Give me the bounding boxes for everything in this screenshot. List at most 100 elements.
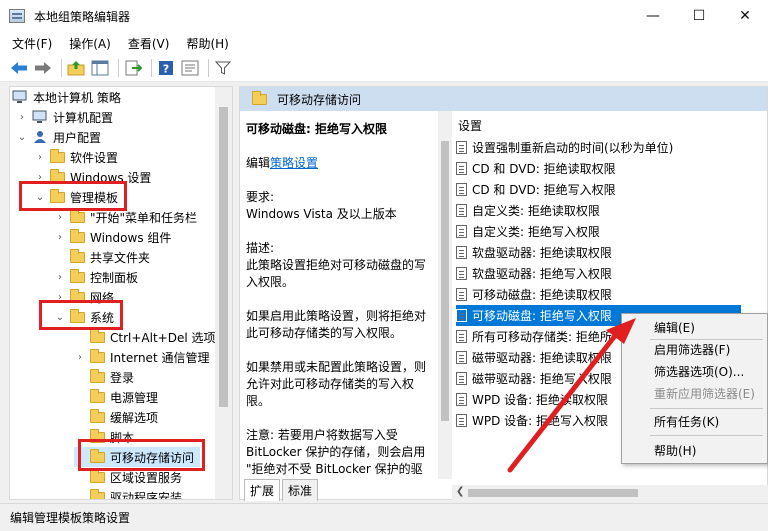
tree-item-computer-config[interactable]: › 计算机配置 xyxy=(16,107,113,127)
settings-horizontal-scrollbar[interactable]: ❮ xyxy=(452,485,768,501)
description-label: 描述: xyxy=(246,241,275,255)
folder-icon xyxy=(70,268,85,283)
chevron-right-icon[interactable]: › xyxy=(16,112,28,123)
policy-settings-link[interactable]: 策略设置 xyxy=(270,156,318,170)
chevron-right-icon[interactable]: › xyxy=(54,232,66,243)
menu-item-edit[interactable]: 编辑(E) xyxy=(622,316,767,338)
tree-item-windows-components[interactable]: › Windows 组件 xyxy=(54,227,171,247)
tab-extended[interactable]: 扩展 xyxy=(244,479,281,501)
folder-icon xyxy=(90,468,105,483)
tree-item-label: 软件设置 xyxy=(70,150,119,165)
menu-bar: 文件(F) 操作(A) 查看(V) 帮助(H) xyxy=(0,32,768,54)
policy-setting-icon xyxy=(456,183,467,196)
title-bar: 本地组策略编辑器 — ☐ ✕ xyxy=(0,0,768,32)
chevron-right-icon[interactable]: › xyxy=(34,152,46,163)
folder-icon xyxy=(90,368,105,383)
edit-prefix: 编辑 xyxy=(246,156,271,170)
menu-item-all-tasks[interactable]: 所有任务(K) xyxy=(622,410,767,432)
tree-item-label: 共享文件夹 xyxy=(90,250,151,265)
policy-setting-icon xyxy=(456,267,467,280)
help-icon: ? xyxy=(159,60,173,75)
menu-action[interactable]: 操作(A) xyxy=(69,35,111,52)
chevron-down-icon[interactable]: ⌄ xyxy=(16,132,28,143)
setting-row[interactable]: CD 和 DVD: 拒绝读取权限 xyxy=(456,158,741,179)
menu-item-enable-filter[interactable]: 启用筛选器(F) xyxy=(622,338,767,360)
policy-setting-icon xyxy=(456,309,467,322)
tree-item-control-panel[interactable]: › 控制面板 xyxy=(54,267,138,287)
folder-icon xyxy=(90,348,105,363)
column-header-setting[interactable]: 设置 xyxy=(458,117,482,134)
menu-file[interactable]: 文件(F) xyxy=(12,35,52,52)
tree-scrollbar[interactable] xyxy=(215,87,232,499)
help-button[interactable]: ? xyxy=(156,58,176,78)
tab-standard[interactable]: 标准 xyxy=(282,479,319,501)
forward-button[interactable] xyxy=(33,58,53,78)
setting-row[interactable]: 软盘驱动器: 拒绝读取权限 xyxy=(456,242,741,263)
back-button[interactable] xyxy=(9,58,29,78)
close-button[interactable]: ✕ xyxy=(722,0,768,32)
horizontal-scroll-thumb[interactable] xyxy=(468,489,638,497)
menu-help[interactable]: 帮助(H) xyxy=(186,35,228,52)
toolbar-separator xyxy=(151,58,152,77)
tree-item-label: 驱动程序安装 xyxy=(110,490,183,500)
tree-item-internet-communication[interactable]: › Internet 通信管理 xyxy=(74,347,209,367)
tree-item-mitigation-options[interactable]: 缓解选项 xyxy=(74,407,158,427)
tree-item-label: 登录 xyxy=(110,370,135,385)
tree-item-label: 控制面板 xyxy=(90,270,139,285)
setting-row[interactable]: 软盘驱动器: 拒绝写入权限 xyxy=(456,263,741,284)
details-header: 可移动存储访问 xyxy=(240,87,767,111)
chevron-right-icon[interactable]: › xyxy=(54,212,66,223)
tree-item-software-settings[interactable]: › 软件设置 xyxy=(34,147,118,167)
menu-item-help[interactable]: 帮助(H) xyxy=(622,439,767,461)
setting-label: 磁带驱动器: 拒绝读取权限 xyxy=(472,351,612,365)
setting-row[interactable]: CD 和 DVD: 拒绝写入权限 xyxy=(456,179,741,200)
svg-text:?: ? xyxy=(163,62,169,75)
setting-label: 设置强制重新启动的时间(以秒为单位) xyxy=(472,141,674,155)
policy-setting-icon xyxy=(456,393,467,406)
setting-label: 软盘驱动器: 拒绝写入权限 xyxy=(472,267,612,281)
menu-separator xyxy=(650,435,763,436)
description-scrollbar[interactable] xyxy=(438,111,452,479)
setting-row[interactable]: 自定义类: 拒绝读取权限 xyxy=(456,200,741,221)
tree-item-driver-installation[interactable]: 驱动程序安装 xyxy=(74,487,183,500)
tree-item-label: 本地计算机 策略 xyxy=(33,90,121,105)
chevron-right-icon[interactable]: › xyxy=(54,272,66,283)
minimize-button[interactable]: — xyxy=(630,0,676,32)
policy-setting-icon xyxy=(456,330,467,343)
setting-row[interactable]: 设置强制重新启动的时间(以秒为单位) xyxy=(456,137,741,158)
policy-setting-icon xyxy=(456,162,467,175)
extended-description: 可移动磁盘: 拒绝写入权限 编辑策略设置 要求: Windows Vista 及以… xyxy=(240,111,438,479)
properties-button[interactable] xyxy=(180,58,200,78)
chevron-right-icon[interactable]: › xyxy=(74,352,86,363)
tree-scroll-thumb[interactable] xyxy=(219,107,228,407)
scroll-left-icon[interactable]: ❮ xyxy=(456,486,464,497)
menu-separator xyxy=(650,408,763,409)
tree-item-shared-folders[interactable]: 共享文件夹 xyxy=(54,247,150,267)
note-text: 注意: 若要用户将数据写入受 BitLocker 保护的存储，则会启用 "拒绝对… xyxy=(246,428,426,476)
description-scroll-thumb[interactable] xyxy=(441,141,449,421)
folder-icon xyxy=(90,388,105,403)
tree-item-power-management[interactable]: 电源管理 xyxy=(74,387,158,407)
tree-item-label: Internet 通信管理 xyxy=(110,350,210,365)
annotation-box-admin-templates xyxy=(19,181,127,211)
up-folder-button[interactable] xyxy=(66,58,86,78)
window-title: 本地组策略编辑器 xyxy=(34,9,131,24)
computer-icon xyxy=(32,110,47,123)
export-list-button[interactable] xyxy=(123,58,143,78)
setting-row[interactable]: 可移动磁盘: 拒绝读取权限 xyxy=(456,284,741,305)
filter-icon xyxy=(215,61,231,75)
policy-setting-icon xyxy=(456,372,467,385)
tree-item-user-config[interactable]: ⌄ 用户配置 xyxy=(16,127,101,147)
filter-button[interactable] xyxy=(213,58,233,78)
setting-row[interactable]: 自定义类: 拒绝写入权限 xyxy=(456,221,741,242)
menu-item-filter-options[interactable]: 筛选器选项(O)... xyxy=(622,360,767,382)
tree-item-logon[interactable]: 登录 xyxy=(74,367,134,387)
tree-item-ctrl-alt-del[interactable]: Ctrl+Alt+Del 选项 xyxy=(74,327,215,347)
show-hide-tree-button[interactable] xyxy=(90,58,110,78)
folder-icon xyxy=(90,488,105,499)
menu-item-reapply-filter: 重新应用筛选器(E) xyxy=(654,386,755,401)
toolbar-separator xyxy=(118,58,119,77)
maximize-button[interactable]: ☐ xyxy=(676,0,722,32)
menu-view[interactable]: 查看(V) xyxy=(128,35,170,52)
tree-item-local-computer-policy[interactable]: 本地计算机 策略 xyxy=(12,87,121,107)
